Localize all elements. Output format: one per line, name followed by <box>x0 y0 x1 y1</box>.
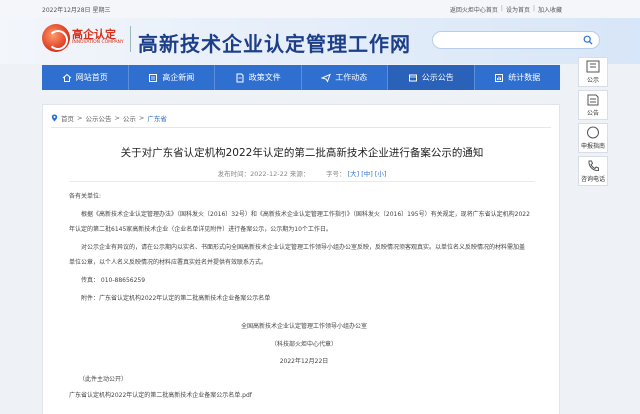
sidebar-item-label: 申报指南 <box>580 143 605 150</box>
meta-divider <box>69 181 535 182</box>
nav-item-label: 政策文件 <box>248 73 281 82</box>
breadcrumb: 首页 > 公示公告 > 公示 > 广东省 <box>51 113 167 123</box>
location-pin-icon <box>51 114 58 122</box>
link-separator: | <box>532 5 535 12</box>
announce-icon <box>587 94 599 106</box>
floating-sidebar: 公示 公告 申报指南 咨询电话 <box>578 57 608 189</box>
phone-icon <box>588 160 599 172</box>
nav-item-label: 公示公告 <box>421 73 454 82</box>
sidebar-item-public-notice[interactable]: 公示 <box>578 57 608 87</box>
search-box <box>432 31 600 49</box>
nav-item-home[interactable]: 网站首页 <box>42 65 129 90</box>
sidebar-item-hotline[interactable]: 咨询电话 <box>578 156 608 186</box>
nav-item-work-updates[interactable]: 工作动态 <box>302 65 388 90</box>
sidebar-item-guide[interactable]: 申报指南 <box>578 123 608 153</box>
public-disclosure-note: （此件主动公开） <box>79 376 128 383</box>
salutation: 各有关单位: <box>69 193 102 200</box>
link-separator: | <box>500 5 503 12</box>
stats-icon <box>495 73 504 82</box>
notice-icon <box>408 74 417 81</box>
notice-icon <box>586 60 600 73</box>
logo-mark-icon <box>42 24 70 52</box>
plane-icon <box>321 73 332 83</box>
breadcrumb-public[interactable]: 公示 <box>123 113 136 123</box>
paragraph-1-line-2: 年认定的第二批6145家高新技术企业（企业名单详见附件）进行备案公示，公示期为1… <box>69 226 332 233</box>
fax-line: 传真： 010-88656259 <box>81 277 146 284</box>
news-icon <box>149 73 158 82</box>
nav-item-label: 高企新闻 <box>162 73 195 82</box>
site-logo[interactable]: 高企认定 INNOVATION COMPANY <box>42 20 126 60</box>
article-title: 关于对广东省认定机构2022年认定的第二批高新技术企业进行备案公示的通知 <box>120 147 484 159</box>
signing-seal-note: （科技部火炬中心代章） <box>270 341 337 348</box>
sidebar-item-announcement[interactable]: 公告 <box>578 90 608 120</box>
signing-organization: 全国高新技术企业认定管理工作领导小组办公室 <box>240 323 367 330</box>
top-utility-bar: 2022年12月28日 星期三 返回火炬中心首页 | 设为首页 | 加入收藏 <box>0 0 640 18</box>
back-to-torch-home-link[interactable]: 返回火炬中心首页 <box>450 5 498 14</box>
breadcrumb-current[interactable]: 广东省 <box>147 113 167 123</box>
nav-item-news[interactable]: 高企新闻 <box>129 65 215 90</box>
logo-subtext: INNOVATION COMPANY <box>72 40 124 45</box>
breadcrumb-separator: > <box>77 114 83 122</box>
set-homepage-link[interactable]: 设为首页 <box>506 5 530 14</box>
breadcrumb-divider <box>51 127 551 128</box>
attachment-file-link[interactable]: 广东省认定机构2022年认定的第二批高新技术企业备案公示名单.pdf <box>69 390 252 399</box>
breadcrumb-separator: > <box>138 114 145 122</box>
main-nav: 网站首页 高企新闻 政策文件 工作动态 公示公告 统计数据 <box>42 65 560 90</box>
compass-icon <box>587 126 599 139</box>
breadcrumb-separator: > <box>114 114 120 122</box>
site-title: 高新技术企业认定管理工作网 <box>138 32 411 56</box>
document-icon <box>236 73 244 82</box>
paragraph-1-line-1: 根据《高新技术企业认定管理办法》（国科发火〔2016〕32号）和《高新技术企业认… <box>81 211 530 218</box>
font-size-medium[interactable]: [中] <box>361 170 373 178</box>
top-links: 返回火炬中心首页 | 设为首页 | 加入收藏 <box>450 5 562 14</box>
publish-date: 发布时间：2022-12-22 来源： <box>217 170 310 178</box>
attachment-line: 附件：广东省认定机构2022年认定的第二批高新技术企业备案公示名单 <box>81 295 271 302</box>
nav-item-statistics[interactable]: 统计数据 <box>475 65 561 90</box>
sidebar-item-label: 咨询电话 <box>580 176 605 183</box>
breadcrumb-notices[interactable]: 公示公告 <box>85 113 111 123</box>
nav-item-label: 网站首页 <box>75 73 108 82</box>
current-date: 2022年12月28日 星期三 <box>42 7 111 14</box>
nav-item-label: 统计数据 <box>508 73 541 82</box>
paragraph-2-line-2: 单位公章，以个人名义反映情况的材料应署真实姓名并提供有效联系方式。 <box>69 259 268 266</box>
header-divider <box>130 26 131 52</box>
nav-item-notices[interactable]: 公示公告 <box>388 65 475 90</box>
font-size-large[interactable]: [大] <box>348 170 360 178</box>
article-meta: 发布时间：2022-12-22 来源： 字号： [大] [中] [小] <box>43 168 561 178</box>
search-icon[interactable] <box>583 35 593 45</box>
signing-date: 2022年12月22日 <box>279 358 329 365</box>
sidebar-item-label: 公示 <box>586 77 599 84</box>
add-favorite-link[interactable]: 加入收藏 <box>538 5 562 14</box>
paragraph-2-line-1: 对公示企业有异议的，请在公示期内以实名、书面形式向全国高新技术企业认定管理工作领… <box>81 244 526 251</box>
nav-item-policy[interactable]: 政策文件 <box>215 65 302 90</box>
search-input[interactable] <box>441 34 571 47</box>
nav-item-label: 工作动态 <box>335 73 368 82</box>
font-size-small[interactable]: [小] <box>375 170 387 178</box>
font-size-label: 字号： <box>325 170 346 178</box>
breadcrumb-home[interactable]: 首页 <box>61 113 74 123</box>
sidebar-item-label: 公告 <box>586 110 599 117</box>
article-panel: 首页 > 公示公告 > 公示 > 广东省 关于对广东省认定机构2022年认定的第… <box>42 104 560 414</box>
home-icon <box>62 73 72 82</box>
site-header: 高企认定 INNOVATION COMPANY 高新技术企业认定管理工作网 <box>0 18 640 64</box>
